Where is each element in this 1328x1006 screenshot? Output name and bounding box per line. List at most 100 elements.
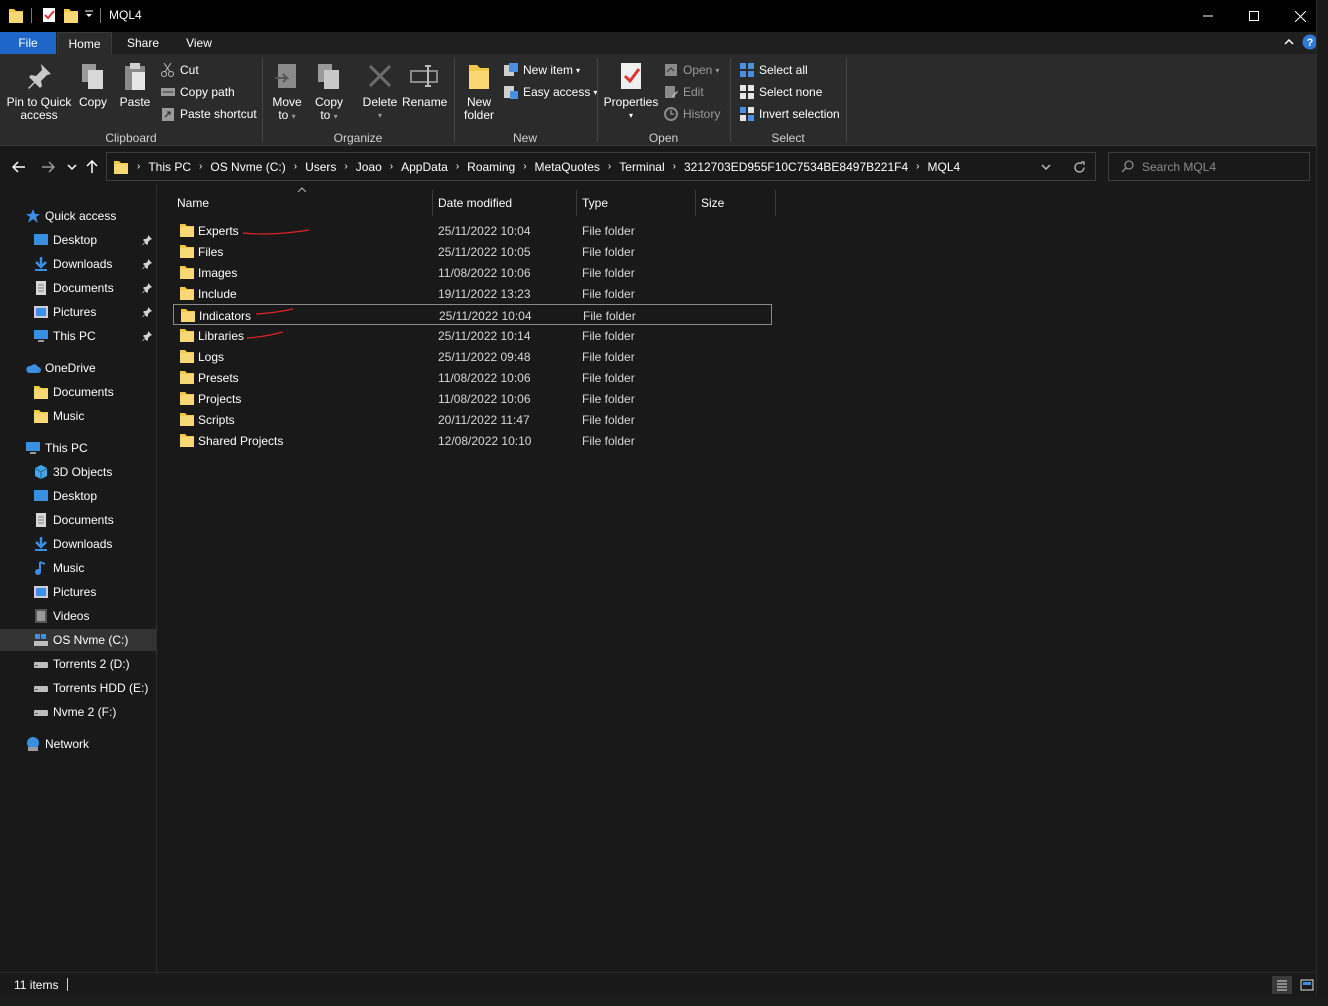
- new-folder-button[interactable]: New folder: [459, 60, 499, 122]
- file-row[interactable]: Logs 25/11/2022 09:48 File folder: [173, 346, 772, 367]
- nav-network[interactable]: Network: [0, 733, 156, 755]
- file-row[interactable]: Scripts 20/11/2022 11:47 File folder: [173, 409, 772, 430]
- tab-file[interactable]: File: [0, 32, 56, 54]
- recent-locations-button[interactable]: [62, 157, 82, 177]
- search-box[interactable]: [1108, 152, 1310, 181]
- breadcrumb-appdata[interactable]: AppData: [401, 160, 448, 174]
- tab-view[interactable]: View: [173, 32, 225, 54]
- move-to-button[interactable]: Move to ▾: [269, 60, 305, 123]
- copy-path-button[interactable]: Copy path: [160, 83, 235, 101]
- forward-button[interactable]: [38, 157, 58, 177]
- breadcrumb-metaquotes[interactable]: MetaQuotes: [535, 160, 600, 174]
- address-history-button[interactable]: [1036, 157, 1056, 177]
- breadcrumb-terminal[interactable]: Terminal: [619, 160, 664, 174]
- pin-icon[interactable]: [142, 283, 152, 293]
- nav-od-documents[interactable]: Documents: [0, 381, 156, 403]
- pin-icon[interactable]: [142, 235, 152, 245]
- column-header-date[interactable]: Date modified: [433, 190, 577, 216]
- nav-od-music[interactable]: Music: [0, 405, 156, 427]
- nav-quick-access[interactable]: Quick access: [0, 205, 156, 227]
- address-bar[interactable]: › This PC › OS Nvme (C:) › Users › Joao …: [106, 152, 1096, 181]
- select-none-button[interactable]: Select none: [739, 83, 822, 101]
- pin-icon[interactable]: [142, 307, 152, 317]
- breadcrumb-terminal-id[interactable]: 3212703ED955F10C7534BE8497B221F4: [684, 160, 908, 174]
- file-row[interactable]: Projects 11/08/2022 10:06 File folder: [173, 388, 772, 409]
- breadcrumb-separator[interactable]: ›: [199, 161, 202, 172]
- breadcrumb-this-pc[interactable]: This PC: [148, 160, 191, 174]
- properties-button[interactable]: Properties ▾: [603, 60, 659, 122]
- nav-drive-c[interactable]: OS Nvme (C:): [0, 629, 156, 651]
- large-icons-view-button[interactable]: [1297, 976, 1317, 994]
- select-all-button[interactable]: Select all: [739, 61, 808, 79]
- nav-pc-downloads[interactable]: Downloads: [0, 533, 156, 555]
- paste-shortcut-button[interactable]: Paste shortcut: [160, 105, 257, 123]
- pin-icon[interactable]: [142, 259, 152, 269]
- up-button[interactable]: [82, 157, 102, 177]
- nav-qa-desktop[interactable]: Desktop: [0, 229, 156, 251]
- nav-qa-downloads[interactable]: Downloads: [0, 253, 156, 275]
- cut-button[interactable]: Cut: [160, 61, 199, 79]
- delete-button[interactable]: Delete ▾: [360, 60, 400, 122]
- annotation-stroke: [242, 229, 310, 235]
- copy-to-button[interactable]: Copy to ▾: [311, 60, 347, 123]
- nav-pc-pictures[interactable]: Pictures: [0, 581, 156, 603]
- pin-icon[interactable]: [142, 331, 152, 341]
- copy-button[interactable]: Copy: [76, 60, 110, 109]
- nav-qa-this-pc[interactable]: This PC: [0, 325, 156, 347]
- properties-icon[interactable]: [41, 6, 57, 24]
- breadcrumb-users[interactable]: Users: [305, 160, 336, 174]
- pin-to-quick-access-button[interactable]: Pin to Quick access: [4, 60, 74, 122]
- nav-drive-e[interactable]: Torrents HDD (E:): [0, 677, 156, 699]
- breadcrumb-separator[interactable]: ›: [294, 161, 297, 172]
- new-item-button[interactable]: New item ▾: [503, 61, 580, 79]
- history-button[interactable]: History: [663, 105, 720, 123]
- nav-this-pc[interactable]: This PC: [0, 437, 156, 459]
- file-row[interactable]: Shared Projects 12/08/2022 10:10 File fold…: [173, 430, 772, 451]
- nav-pc-3d-objects[interactable]: 3D Objects: [0, 461, 156, 483]
- customize-dropdown-icon[interactable]: [84, 10, 94, 20]
- column-header-type[interactable]: Type: [577, 190, 696, 216]
- search-input[interactable]: [1142, 159, 1302, 174]
- column-header-name[interactable]: Name: [172, 190, 433, 216]
- edit-button[interactable]: Edit: [663, 83, 704, 101]
- collapse-ribbon-button[interactable]: [1283, 35, 1295, 49]
- minimize-button[interactable]: [1185, 0, 1231, 32]
- maximize-button[interactable]: [1231, 0, 1277, 32]
- tab-home[interactable]: Home: [57, 32, 112, 54]
- nav-onedrive[interactable]: OneDrive: [0, 357, 156, 379]
- file-row[interactable]: Include 19/11/2022 13:23 File folder: [173, 283, 772, 304]
- breadcrumb-separator[interactable]: ›: [608, 161, 611, 172]
- back-button[interactable]: [9, 157, 29, 177]
- breadcrumb-roaming[interactable]: Roaming: [467, 160, 515, 174]
- tab-share[interactable]: Share: [116, 32, 170, 54]
- breadcrumb-separator[interactable]: ›: [673, 161, 676, 172]
- easy-access-button[interactable]: Easy access ▾: [503, 83, 597, 101]
- details-view-button[interactable]: [1272, 976, 1292, 994]
- paste-button[interactable]: Paste: [117, 60, 153, 109]
- invert-selection-button[interactable]: Invert selection: [739, 105, 840, 123]
- file-row[interactable]: Presets 11/08/2022 10:06 File folder: [173, 367, 772, 388]
- file-row[interactable]: Images 11/08/2022 10:06 File folder: [173, 262, 772, 283]
- nav-qa-pictures[interactable]: Pictures: [0, 301, 156, 323]
- breadcrumb-separator[interactable]: ›: [523, 161, 526, 172]
- file-row[interactable]: Files 25/11/2022 10:05 File folder: [173, 241, 772, 262]
- breadcrumb-mql4[interactable]: MQL4: [928, 160, 961, 174]
- nav-pc-documents[interactable]: Documents: [0, 509, 156, 531]
- refresh-button[interactable]: [1069, 157, 1089, 177]
- column-header-size[interactable]: Size: [696, 190, 776, 216]
- breadcrumb-separator[interactable]: ›: [456, 161, 459, 172]
- new-folder-icon[interactable]: [63, 6, 79, 24]
- nav-drive-d[interactable]: Torrents 2 (D:): [0, 653, 156, 675]
- breadcrumb-separator[interactable]: ›: [916, 161, 919, 172]
- breadcrumb-joao[interactable]: Joao: [356, 160, 382, 174]
- nav-pc-videos[interactable]: Videos: [0, 605, 156, 627]
- breadcrumb-separator[interactable]: ›: [390, 161, 393, 172]
- rename-button[interactable]: Rename: [402, 60, 447, 109]
- nav-qa-documents[interactable]: Documents: [0, 277, 156, 299]
- nav-pc-desktop[interactable]: Desktop: [0, 485, 156, 507]
- nav-drive-f[interactable]: Nvme 2 (F:): [0, 701, 156, 723]
- breadcrumb-separator[interactable]: ›: [344, 161, 347, 172]
- open-button[interactable]: Open ▾: [663, 61, 719, 79]
- nav-pc-music[interactable]: Music: [0, 557, 156, 579]
- breadcrumb-os-nvme[interactable]: OS Nvme (C:): [210, 160, 285, 174]
